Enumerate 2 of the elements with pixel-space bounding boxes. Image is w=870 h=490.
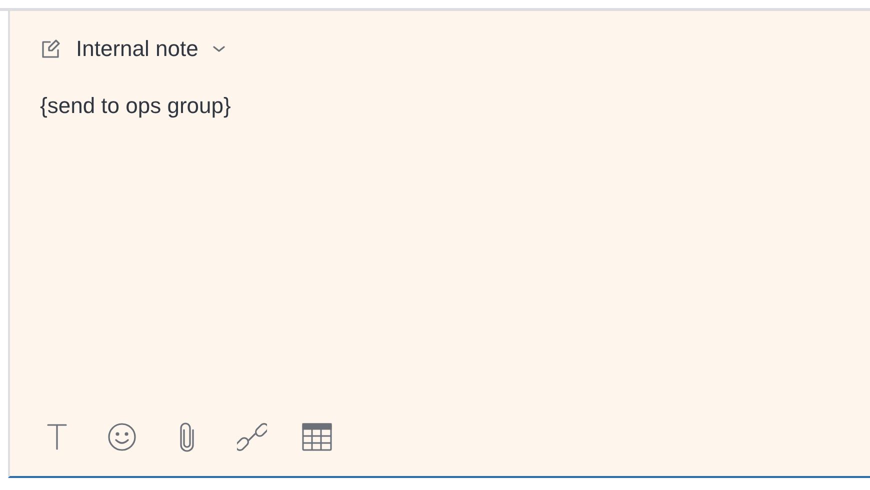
note-type-dropdown[interactable]: Internal note [40, 36, 226, 62]
note-text-field[interactable]: {send to ops group} [40, 93, 870, 422]
